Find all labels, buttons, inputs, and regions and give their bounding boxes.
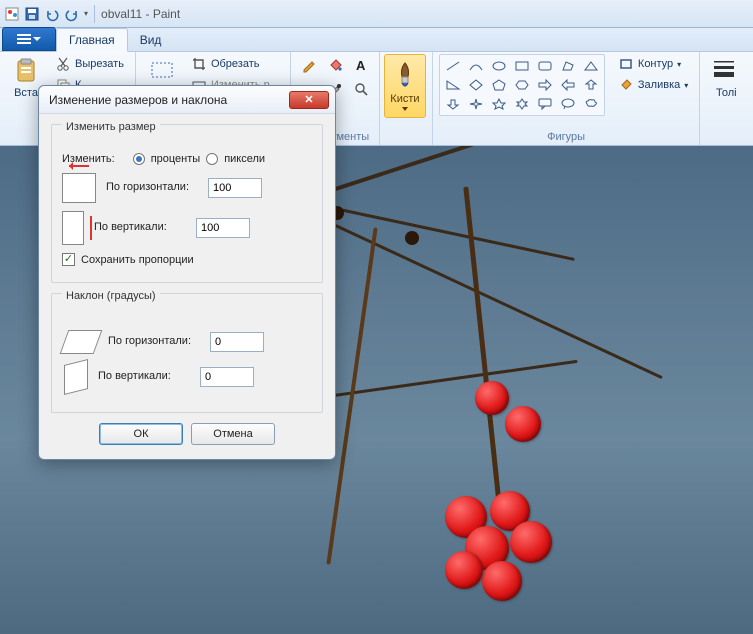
shape-line[interactable] bbox=[442, 57, 464, 75]
crop-icon bbox=[191, 56, 207, 72]
shape-arrow-l[interactable] bbox=[557, 76, 579, 94]
skew-horizontal-input[interactable] bbox=[210, 332, 264, 352]
keep-aspect-label: Сохранить пропорции bbox=[81, 254, 194, 266]
skew-legend: Наклон (градусы) bbox=[62, 290, 160, 302]
skew-horizontal-icon bbox=[60, 330, 103, 354]
close-icon: ✕ bbox=[304, 93, 313, 106]
tool-fill[interactable] bbox=[323, 54, 347, 76]
shape-pentagon[interactable] bbox=[488, 76, 510, 94]
tab-home[interactable]: Главная bbox=[56, 28, 128, 52]
resize-legend: Изменить размер bbox=[62, 121, 160, 133]
shape-callout-rect[interactable] bbox=[534, 95, 556, 113]
radio-percent[interactable] bbox=[133, 153, 145, 165]
undo-icon[interactable] bbox=[44, 6, 60, 22]
shape-star4[interactable] bbox=[465, 95, 487, 113]
resize-skew-dialog: Изменение размеров и наклона ✕ Изменить … bbox=[38, 85, 336, 460]
resize-horizontal-label: По горизонтали: bbox=[106, 181, 198, 194]
qat-dropdown-icon[interactable]: ▾ bbox=[84, 9, 88, 18]
skew-vertical-icon bbox=[64, 359, 88, 395]
close-button[interactable]: ✕ bbox=[289, 91, 329, 109]
skew-horizontal-label: По горизонтали: bbox=[108, 335, 200, 348]
clipboard-icon bbox=[12, 57, 40, 85]
fill-button[interactable]: Заливка▾ bbox=[613, 75, 693, 95]
group-shapes: Контур▾ Заливка▾ Фигуры bbox=[433, 52, 700, 145]
select-rect-icon bbox=[148, 57, 176, 85]
outline-icon bbox=[618, 56, 634, 72]
brush-icon bbox=[392, 61, 418, 91]
shape-hexagon[interactable] bbox=[511, 76, 533, 94]
resize-vertical-input[interactable] bbox=[196, 218, 250, 238]
ok-button[interactable]: ОК bbox=[99, 423, 183, 445]
tool-text[interactable]: A bbox=[349, 54, 373, 76]
shape-arrow-d[interactable] bbox=[442, 95, 464, 113]
lineweight-icon bbox=[712, 57, 740, 85]
shape-gallery[interactable] bbox=[439, 54, 605, 116]
outline-button[interactable]: Контур▾ bbox=[613, 54, 693, 74]
save-icon[interactable] bbox=[24, 6, 40, 22]
select-button[interactable] bbox=[142, 54, 182, 88]
cancel-button[interactable]: Отмена bbox=[191, 423, 275, 445]
resize-horizontal-icon bbox=[62, 173, 96, 203]
fill-icon bbox=[618, 77, 634, 93]
keep-aspect-checkbox[interactable] bbox=[62, 253, 75, 266]
shape-oval[interactable] bbox=[488, 57, 510, 75]
tool-zoom[interactable] bbox=[349, 78, 373, 100]
svg-text:A: A bbox=[356, 58, 366, 73]
group-brushes: Кисти bbox=[380, 52, 433, 145]
paint-app-icon bbox=[4, 6, 20, 22]
crop-button[interactable]: Обрезать bbox=[186, 54, 284, 74]
size-button[interactable]: Толі bbox=[706, 54, 746, 102]
tool-pencil[interactable] bbox=[297, 54, 321, 76]
ribbon-tabs: Главная Вид bbox=[0, 28, 753, 52]
shape-star5[interactable] bbox=[488, 95, 510, 113]
skew-vertical-label: По вертикали: bbox=[98, 370, 190, 383]
resize-vertical-icon bbox=[62, 211, 84, 245]
shape-arrow-u[interactable] bbox=[580, 76, 602, 94]
shape-arrow-r[interactable] bbox=[534, 76, 556, 94]
group-more: Толі bbox=[700, 52, 752, 145]
shape-callout-cloud[interactable] bbox=[580, 95, 602, 113]
tab-view[interactable]: Вид bbox=[128, 29, 174, 51]
brushes-button[interactable]: Кисти bbox=[384, 54, 426, 118]
shape-roundrect[interactable] bbox=[534, 57, 556, 75]
dialog-titlebar[interactable]: Изменение размеров и наклона ✕ bbox=[39, 86, 335, 114]
shape-polygon[interactable] bbox=[557, 57, 579, 75]
skew-fieldset: Наклон (градусы) По горизонтали: По верт… bbox=[51, 293, 323, 413]
resize-vertical-label: По вертикали: bbox=[94, 221, 186, 234]
shape-star6[interactable] bbox=[511, 95, 533, 113]
resize-horizontal-input[interactable] bbox=[208, 178, 262, 198]
cut-button[interactable]: Вырезать bbox=[50, 54, 129, 74]
radio-pixels-label: пиксели bbox=[224, 153, 265, 165]
window-title: obval11 - Paint bbox=[101, 7, 180, 21]
shape-callout-oval[interactable] bbox=[557, 95, 579, 113]
shape-rect[interactable] bbox=[511, 57, 533, 75]
chevron-down-icon bbox=[402, 107, 408, 111]
radio-percent-label: проценты bbox=[151, 153, 201, 165]
group-shapes-label: Фигуры bbox=[439, 129, 693, 145]
quick-access-toolbar: ▾ bbox=[4, 6, 88, 22]
skew-vertical-input[interactable] bbox=[200, 367, 254, 387]
titlebar: ▾ obval11 - Paint bbox=[0, 0, 753, 28]
radio-pixels[interactable] bbox=[206, 153, 218, 165]
resize-fieldset: Изменить размер Изменить: проценты пиксе… bbox=[51, 124, 323, 283]
shape-diamond[interactable] bbox=[465, 76, 487, 94]
scissors-icon bbox=[55, 56, 71, 72]
shape-rtriangle[interactable] bbox=[442, 76, 464, 94]
shape-triangle[interactable] bbox=[580, 57, 602, 75]
file-menu-button[interactable] bbox=[2, 27, 56, 51]
dialog-title: Изменение размеров и наклона bbox=[49, 93, 227, 107]
redo-icon[interactable] bbox=[64, 6, 80, 22]
shape-curve[interactable] bbox=[465, 57, 487, 75]
